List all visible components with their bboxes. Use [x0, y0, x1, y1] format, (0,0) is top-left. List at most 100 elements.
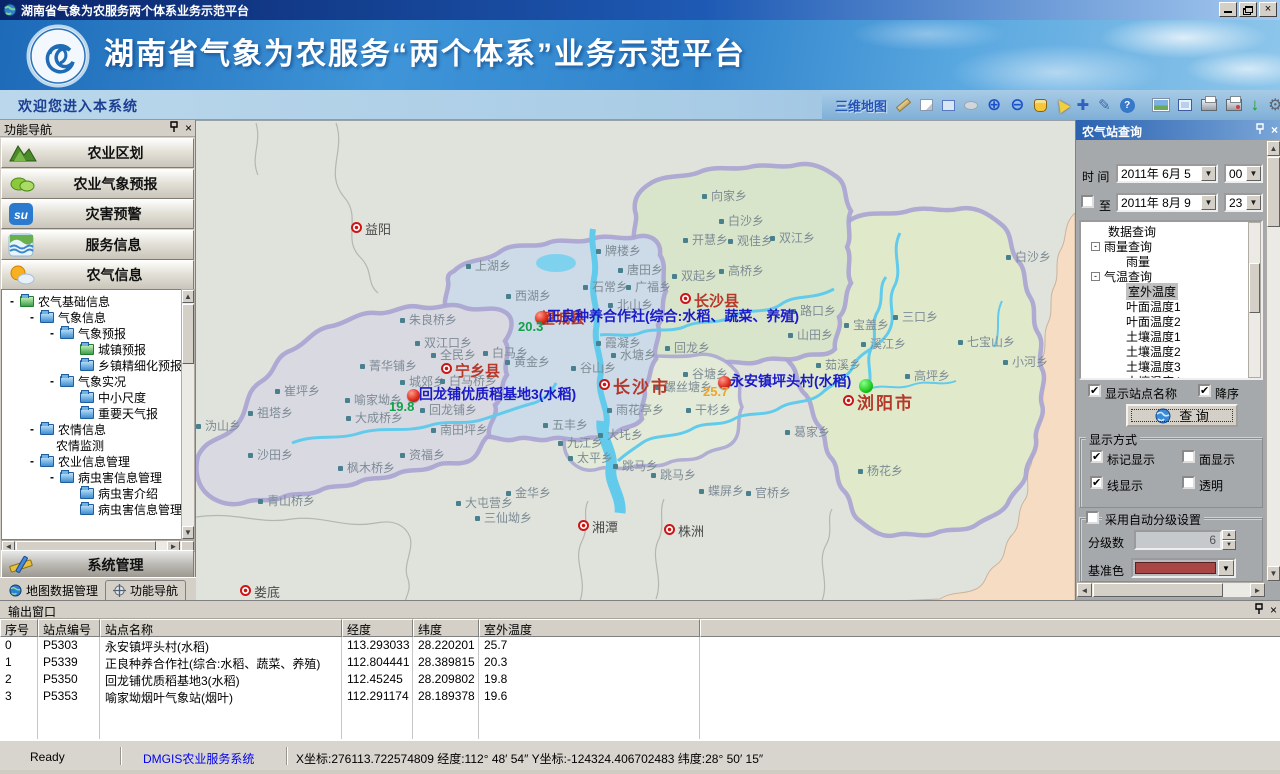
tree-item[interactable]: 室外温度: [1081, 284, 1261, 299]
transparent-checkbox[interactable]: [1182, 476, 1195, 489]
table-row[interactable]: 2P5350回龙铺优质稻基地3(水稻)112.4524528.20980219.…: [0, 671, 1280, 688]
chevron-down-icon[interactable]: ▼: [1246, 195, 1261, 210]
column-header[interactable]: 站点编号: [38, 619, 100, 637]
date-from-select[interactable]: 2011年 6月 5▼: [1116, 164, 1218, 183]
tree-item[interactable]: 土壤温度3: [1081, 359, 1261, 374]
table-row[interactable]: [0, 705, 1280, 722]
accordion-item-agri-zoning[interactable]: 农业区划: [1, 138, 194, 168]
tree-expander[interactable]: -: [1091, 272, 1100, 281]
column-header[interactable]: 站点名称: [100, 619, 342, 637]
tree-vscrollbar[interactable]: ▲ ▼: [181, 289, 195, 540]
tree-item[interactable]: -农情信息: [2, 421, 181, 437]
tab-function-nav[interactable]: 功能导航: [105, 580, 186, 600]
zoom-in-icon[interactable]: ⊕: [987, 96, 1001, 114]
auto-grading-checkbox[interactable]: [1086, 511, 1099, 524]
hour-to-select[interactable]: 23▼: [1224, 193, 1263, 212]
tree-item[interactable]: 土壤温度1: [1081, 329, 1261, 344]
tree-item[interactable]: 叶面温度2: [1081, 314, 1261, 329]
table-row[interactable]: 3P5353喻家坳烟叶气象站(烟叶)112.29117428.18937819.…: [0, 688, 1280, 705]
column-header[interactable]: 室外温度: [479, 619, 700, 637]
close-button[interactable]: ×: [1259, 2, 1277, 17]
measure-icon[interactable]: [896, 96, 911, 114]
tree-expander[interactable]: -: [28, 422, 36, 436]
pin-icon[interactable]: [1254, 603, 1264, 615]
surface-display-checkbox[interactable]: [1182, 450, 1195, 463]
download-icon[interactable]: ↓: [1251, 96, 1260, 114]
table-row[interactable]: 0P5303永安镇坪头村(水稻)113.29303328.22020125.7: [0, 637, 1280, 654]
base-color-select[interactable]: ▼: [1131, 558, 1236, 578]
tree-item[interactable]: 中小尺度: [2, 389, 181, 405]
descending-checkbox[interactable]: ✔: [1198, 384, 1211, 397]
tree-item[interactable]: 叶面温度1: [1081, 299, 1261, 314]
identify-icon[interactable]: ?: [1120, 96, 1135, 114]
tree-item[interactable]: -雨量查询: [1081, 239, 1261, 254]
minimize-button[interactable]: [1219, 2, 1237, 17]
map-view[interactable]: 向家乡白沙乡开慧乡观佳乡双江乡牌楼乡唐田乡双起乡高桥乡上湖乡西湖乡石常乡广福乡北…: [196, 120, 1075, 600]
tree-expander[interactable]: -: [8, 294, 16, 308]
print-icon[interactable]: [1201, 96, 1217, 114]
tab-map-data-management[interactable]: 地图数据管理: [2, 580, 105, 600]
close-panel-icon[interactable]: ×: [1271, 123, 1278, 137]
pointer-icon[interactable]: [1056, 96, 1068, 114]
tree-item[interactable]: -气温查询: [1081, 269, 1261, 284]
to-checkbox[interactable]: [1081, 195, 1094, 208]
table-row[interactable]: 1P5339正良种养合作社(综合:水稻、蔬菜、养殖)112.80444128.3…: [0, 654, 1280, 671]
tree-item[interactable]: 数据查询: [1081, 224, 1261, 239]
tree-item[interactable]: 病虫害信息管理: [2, 501, 181, 517]
tree-item[interactable]: 农情监测: [2, 437, 181, 453]
tree-item[interactable]: -气象预报: [2, 325, 181, 341]
map-3d-button[interactable]: 三维地图: [835, 96, 887, 115]
tree-item[interactable]: -病虫害信息管理: [2, 469, 181, 485]
tree-expander[interactable]: -: [28, 310, 36, 324]
print-preview-icon[interactable]: [1226, 96, 1242, 114]
brush-icon[interactable]: ✎: [1098, 96, 1111, 114]
tree-item[interactable]: 乡镇精细化预报: [2, 357, 181, 373]
levels-stepper[interactable]: ▲▼: [1222, 530, 1236, 550]
panel-hscrollbar[interactable]: ◄ ►: [1076, 582, 1266, 598]
settings-icon[interactable]: ⚙: [1268, 96, 1280, 114]
select-rect-icon[interactable]: [942, 96, 955, 114]
tree-expander[interactable]: -: [28, 454, 36, 468]
tree-expander[interactable]: -: [48, 470, 56, 484]
accordion-item-disaster-warning[interactable]: su 灾害预警: [1, 199, 194, 229]
station-marker-green[interactable]: [859, 379, 873, 393]
hour-from-select[interactable]: 00▼: [1224, 164, 1263, 183]
table-row[interactable]: [0, 722, 1280, 739]
accordion-item-agri-weather-info[interactable]: 农气信息: [1, 260, 194, 290]
status-system-link[interactable]: DMGIS农业服务系统: [143, 750, 254, 767]
flip-page-icon[interactable]: [920, 96, 933, 114]
marker-display-checkbox[interactable]: ✔: [1090, 450, 1103, 463]
chevron-down-icon[interactable]: ▼: [1218, 560, 1234, 576]
panel-vscrollbar[interactable]: ▲ ▼: [1266, 140, 1280, 582]
accordion-item-system-management[interactable]: 系统管理: [1, 550, 194, 580]
move-icon[interactable]: ✚: [1077, 96, 1090, 114]
restore-button[interactable]: [1239, 2, 1257, 17]
close-panel-icon[interactable]: ×: [185, 121, 192, 135]
tree-expander[interactable]: -: [1091, 242, 1100, 251]
tree-item[interactable]: 重要天气报: [2, 405, 181, 421]
tree-item[interactable]: -农业信息管理: [2, 453, 181, 469]
tree-expander[interactable]: -: [48, 374, 56, 388]
close-panel-icon[interactable]: ×: [1270, 603, 1277, 617]
select-ellipse-icon[interactable]: [964, 96, 978, 114]
chevron-down-icon[interactable]: ▼: [1201, 166, 1216, 181]
pin-icon[interactable]: [169, 121, 179, 133]
chevron-down-icon[interactable]: ▼: [1201, 195, 1216, 210]
overview-map-icon[interactable]: [1153, 96, 1169, 114]
tree-item[interactable]: 雨量: [1081, 254, 1261, 269]
screen-icon[interactable]: [1178, 96, 1192, 114]
column-header[interactable]: 经度: [342, 619, 413, 637]
zoom-out-icon[interactable]: ⊖: [1010, 96, 1024, 114]
tree-item[interactable]: -气象实况: [2, 373, 181, 389]
column-header[interactable]: 序号: [0, 619, 38, 637]
chevron-down-icon[interactable]: ▼: [1246, 166, 1261, 181]
tree-item[interactable]: 土壤温度4: [1081, 374, 1261, 380]
show-names-checkbox[interactable]: ✔: [1088, 384, 1101, 397]
date-to-select[interactable]: 2011年 8月 9▼: [1116, 193, 1218, 212]
tree-item[interactable]: 城镇预报: [2, 341, 181, 357]
column-header[interactable]: 纬度: [413, 619, 479, 637]
pan-icon[interactable]: [1034, 96, 1047, 114]
tree-item[interactable]: -气象信息: [2, 309, 181, 325]
accordion-item-agri-weather-forecast[interactable]: 农业气象预报: [1, 169, 194, 199]
tree-item[interactable]: -农气基础信息: [2, 293, 181, 309]
